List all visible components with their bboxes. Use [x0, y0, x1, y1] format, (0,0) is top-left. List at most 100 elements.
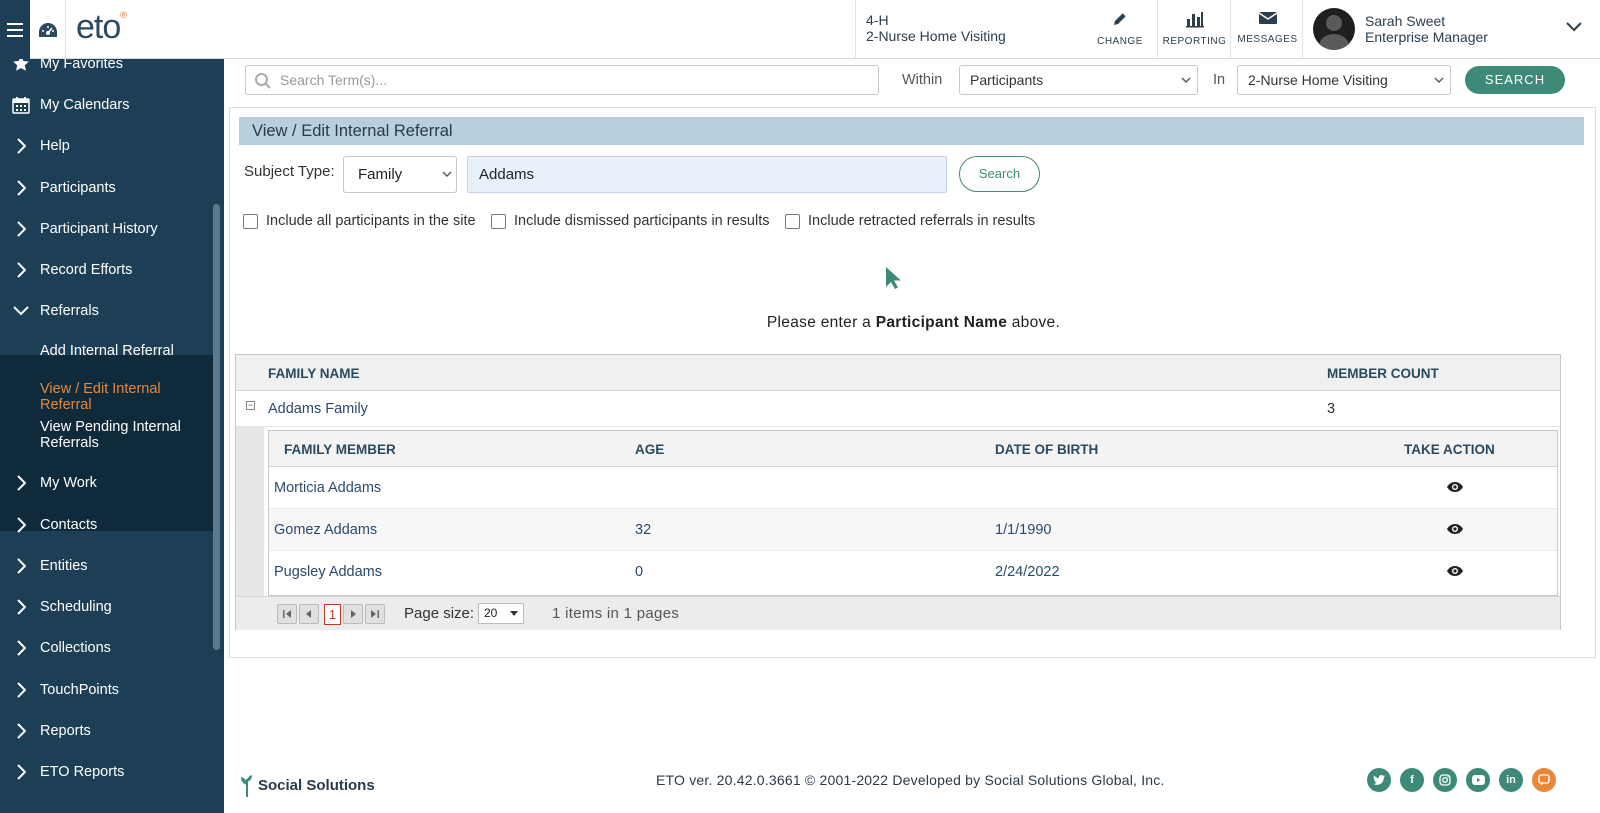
sidebar-item-scheduling[interactable]: Scheduling: [0, 586, 214, 628]
within-select[interactable]: Participants: [959, 65, 1198, 95]
user-name: Sarah Sweet: [1365, 13, 1446, 29]
page-size-value: 20: [484, 606, 498, 620]
first-page-icon[interactable]: [277, 604, 297, 624]
prev-page-icon[interactable]: [299, 604, 319, 624]
chevron-right-icon: [12, 722, 30, 740]
page-size-select[interactable]: 20: [478, 603, 524, 624]
logo-text: eto: [76, 8, 121, 46]
change-button[interactable]: CHANGE: [1083, 0, 1157, 59]
eye-icon[interactable]: [1446, 565, 1464, 577]
sidebar-item-label: Entities: [40, 558, 88, 574]
subject-name-input[interactable]: Addams: [467, 156, 947, 193]
checkbox-include-dismissed[interactable]: Include dismissed participants in result…: [491, 213, 769, 229]
column-header-family-name[interactable]: FAMILY NAME: [268, 366, 360, 381]
subject-type-select[interactable]: Family: [343, 156, 457, 193]
chevron-down-icon[interactable]: [1566, 22, 1582, 32]
reporting-button[interactable]: REPORTING: [1157, 0, 1231, 59]
checkbox[interactable]: [243, 213, 258, 229]
column-header-age[interactable]: AGE: [635, 442, 664, 457]
eye-icon[interactable]: [1446, 481, 1464, 493]
sidebar-item-eto-reports[interactable]: ETO Reports: [0, 751, 214, 793]
page-size-label: Page size:: [404, 605, 475, 622]
sidebar-item-label: Scheduling: [40, 599, 112, 615]
global-search-button[interactable]: SEARCH: [1465, 66, 1565, 94]
sidebar-item-record-efforts[interactable]: Record Efforts: [0, 249, 214, 291]
sidebar-item-label: Collections: [40, 640, 111, 656]
messages-button[interactable]: MESSAGES: [1230, 0, 1304, 59]
checkbox-include-retracted[interactable]: Include retracted referrals in results: [785, 213, 1035, 229]
instagram-icon[interactable]: [1433, 768, 1457, 792]
sidebar-item-help[interactable]: Help: [0, 125, 214, 167]
sidebar-item-my-work[interactable]: My Work: [0, 462, 214, 504]
in-label: In: [1213, 72, 1226, 88]
site-selector[interactable]: 4-H 2-Nurse Home Visiting: [855, 0, 1065, 59]
sidebar-item-touchpoints[interactable]: TouchPoints: [0, 669, 214, 711]
next-page-icon[interactable]: [343, 604, 363, 624]
checkbox-include-all[interactable]: Include all participants in the site: [243, 213, 476, 229]
chevron-right-icon: [12, 681, 30, 699]
checkbox[interactable]: [491, 213, 506, 229]
grid-header: FAMILY NAME MEMBER COUNT: [236, 355, 1560, 391]
search-button[interactable]: Search: [959, 156, 1040, 192]
chat-icon[interactable]: [1532, 768, 1556, 792]
reporting-label: REPORTING: [1162, 36, 1227, 47]
pencil-icon: [1114, 12, 1127, 25]
sidebar-item-label: TouchPoints: [40, 682, 119, 698]
change-label: CHANGE: [1097, 36, 1143, 47]
current-page[interactable]: 1: [324, 604, 341, 625]
page-title: View / Edit Internal Referral: [239, 117, 1584, 145]
sidebar-subitem-view-edit-internal-referral[interactable]: View / Edit Internal Referral: [40, 381, 215, 413]
eto-logo[interactable]: eto®: [76, 8, 127, 47]
column-header-date-of-birth[interactable]: DATE OF BIRTH: [995, 442, 1098, 457]
sidebar-subitem-add-internal-referral[interactable]: Add Internal Referral: [40, 343, 215, 359]
in-select[interactable]: 2-Nurse Home Visiting: [1237, 65, 1451, 95]
sidebar-item-entities[interactable]: Entities: [0, 545, 214, 587]
caret-down-icon: [510, 611, 518, 616]
member-dob: 2/24/2022: [995, 564, 1060, 580]
sidebar-item-label: My Calendars: [40, 97, 130, 113]
member-count: 3: [1327, 401, 1336, 417]
member-name-link[interactable]: Morticia Addams: [274, 480, 381, 496]
facebook-icon[interactable]: f: [1400, 768, 1424, 792]
column-header-member-count[interactable]: MEMBER COUNT: [1327, 366, 1439, 381]
social-solutions-logo[interactable]: Social Solutions: [239, 773, 375, 797]
linkedin-icon[interactable]: in: [1499, 768, 1523, 792]
dashboard-icon[interactable]: [30, 0, 66, 59]
checkbox-label: Include retracted referrals in results: [808, 213, 1036, 229]
sidebar-item-reports[interactable]: Reports: [0, 710, 214, 752]
chevron-right-icon: [12, 179, 30, 197]
last-page-icon[interactable]: [365, 604, 385, 624]
collapse-icon[interactable]: −: [246, 401, 255, 410]
search-icon: [254, 71, 272, 99]
menu-icon[interactable]: [0, 0, 30, 59]
sidebar-item-my-favorites[interactable]: My Favorites: [0, 59, 214, 85]
member-age: 0: [635, 564, 644, 580]
search-input[interactable]: Search Term(s)...: [245, 65, 879, 95]
sidebar-item-contacts[interactable]: Contacts: [0, 504, 214, 546]
youtube-icon[interactable]: [1466, 768, 1490, 792]
member-name-link[interactable]: Pugsley Addams: [274, 564, 382, 580]
user-menu[interactable]: Sarah Sweet Enterprise Manager: [1302, 0, 1600, 59]
member-name-link[interactable]: Gomez Addams: [274, 522, 377, 538]
column-header-family-member[interactable]: FAMILY MEMBER: [284, 442, 396, 457]
inner-grid-header: FAMILY MEMBER AGE DATE OF BIRTH TAKE ACT…: [269, 431, 1557, 467]
sidebar-item-collections[interactable]: Collections: [0, 627, 214, 669]
sidebar-item-my-calendars[interactable]: My Calendars: [0, 84, 214, 126]
checkbox[interactable]: [785, 213, 800, 229]
sidebar-item-referrals[interactable]: Referrals: [0, 290, 214, 332]
messages-label: MESSAGES: [1237, 34, 1298, 45]
sidebar-item-label: Reports: [40, 723, 91, 739]
sidebar-item-label: ETO Reports: [40, 764, 125, 780]
family-name-link[interactable]: Addams Family: [268, 401, 368, 417]
table-row: − Addams Family 3: [236, 391, 1560, 427]
sidebar-item-participant-history[interactable]: Participant History: [0, 208, 214, 250]
chevron-right-icon: [12, 516, 30, 534]
eye-icon[interactable]: [1446, 523, 1464, 535]
mouse-cursor-icon: [886, 267, 901, 289]
twitter-icon[interactable]: [1367, 768, 1391, 792]
sidebar-subitem-view-pending-internal-referrals[interactable]: View Pending Internal Referrals: [40, 419, 215, 451]
sidebar-item-label: Record Efforts: [40, 262, 133, 278]
sidebar: My Favorites My Calendars Help Participa…: [0, 59, 224, 813]
sidebar-item-participants[interactable]: Participants: [0, 167, 214, 209]
subject-type-label: Subject Type:: [244, 163, 335, 180]
